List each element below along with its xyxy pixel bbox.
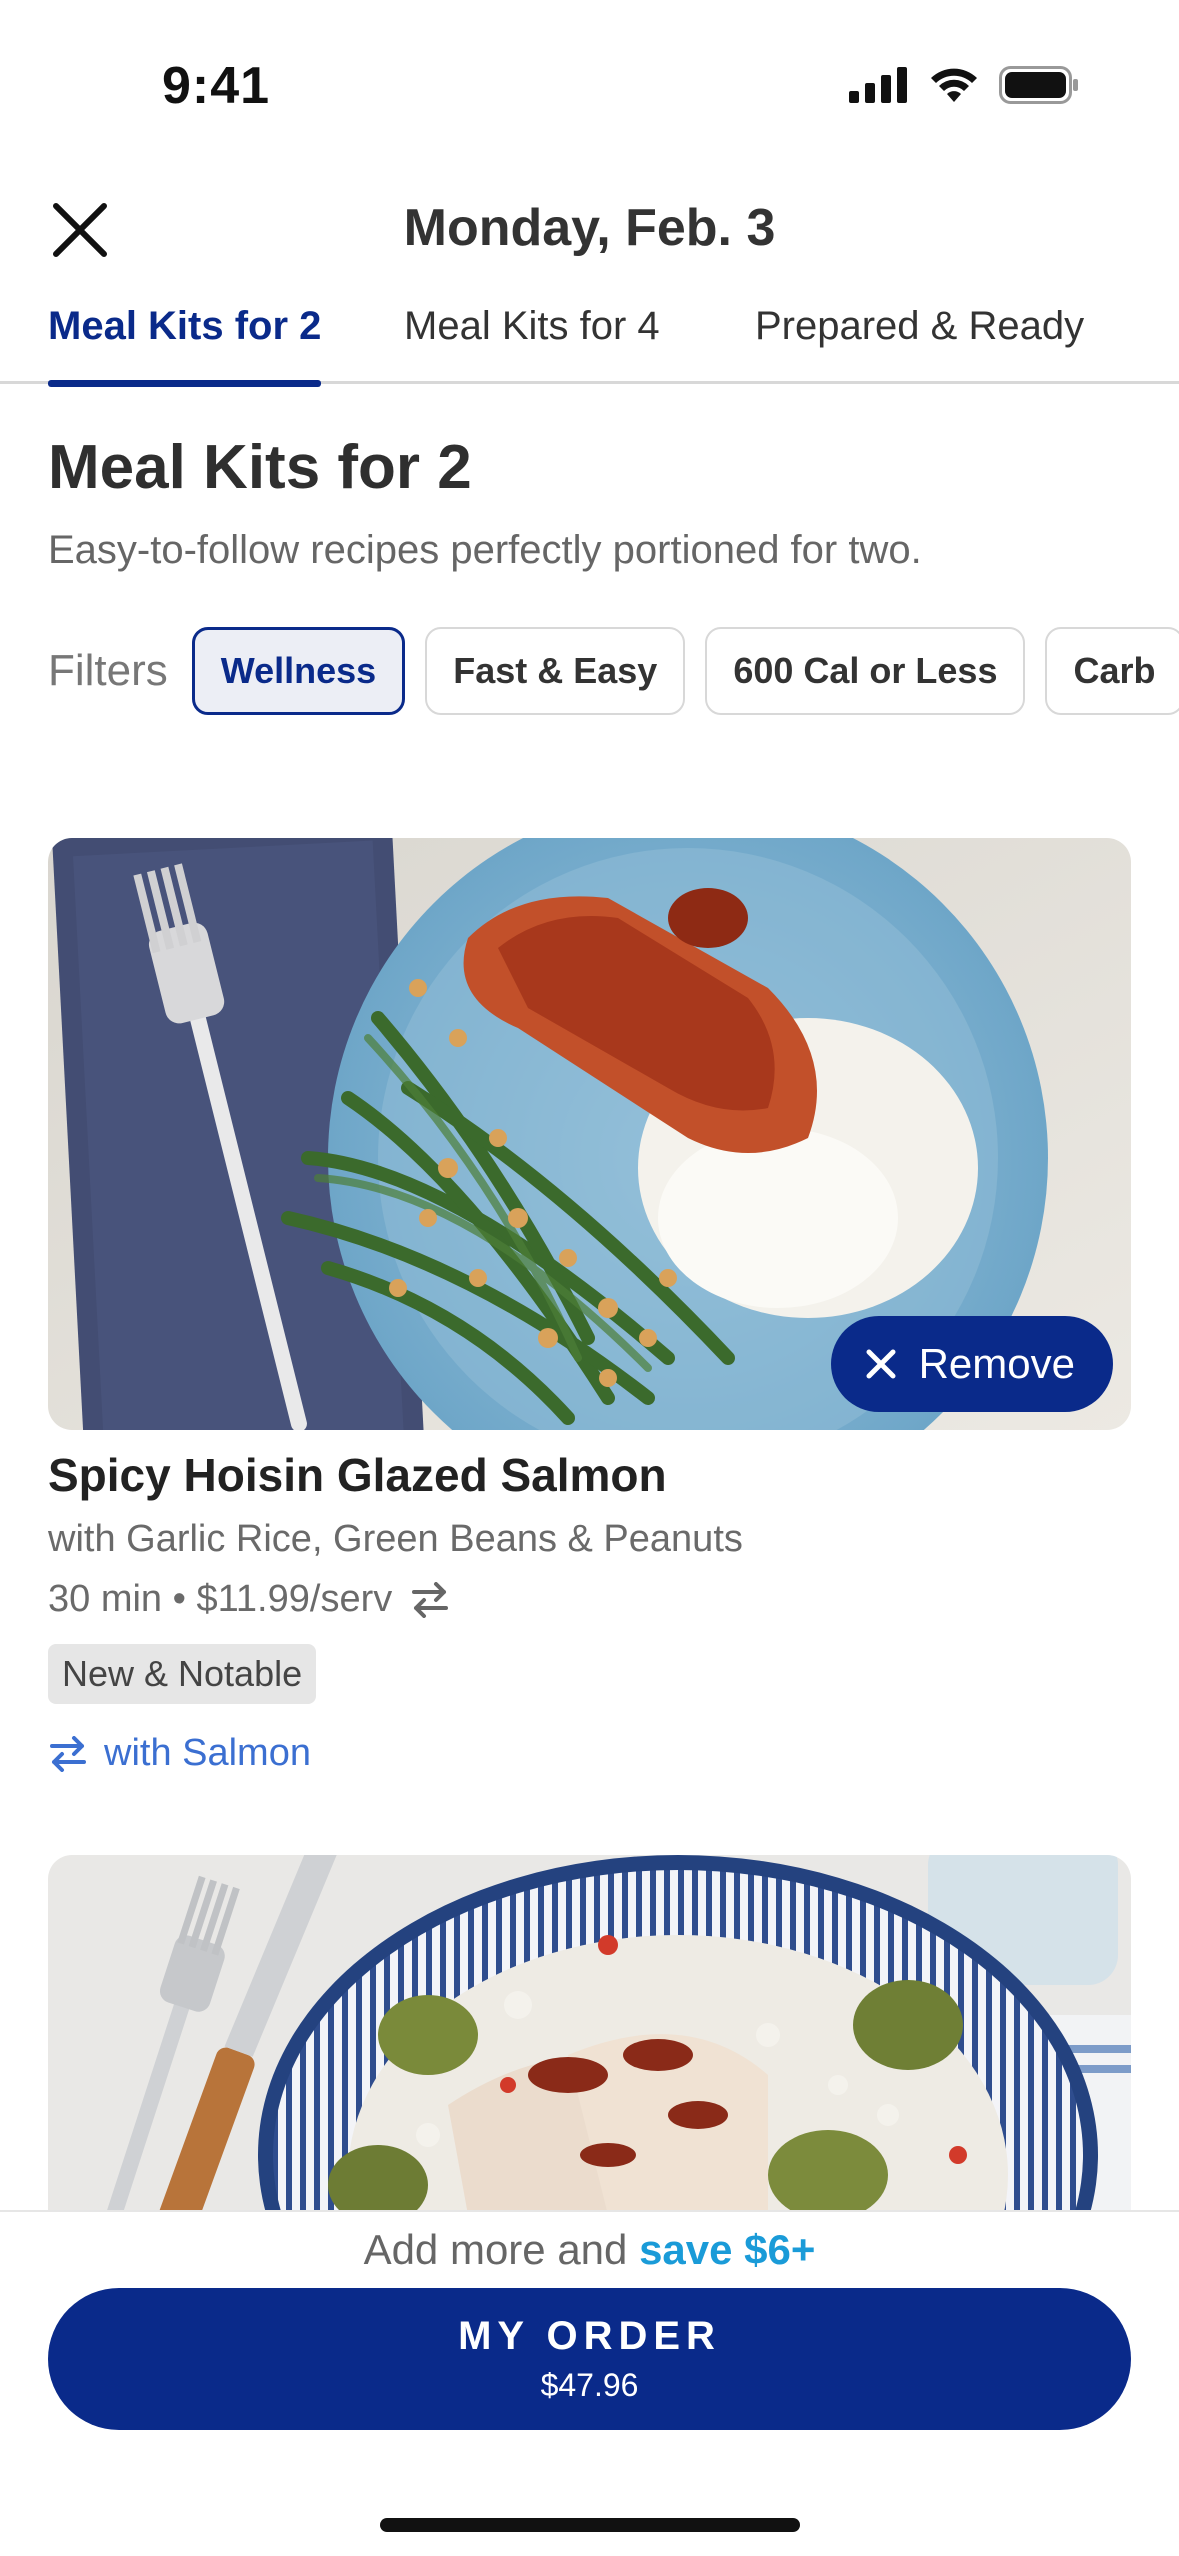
meal-title[interactable]: Spicy Hoisin Glazed Salmon xyxy=(48,1448,667,1502)
promo-text: Add more and save $6+ xyxy=(0,2226,1179,2274)
section-subtitle: Easy-to-follow recipes perfectly portion… xyxy=(48,528,922,572)
promo-save-amount: save $6+ xyxy=(639,2226,816,2273)
my-order-button[interactable]: MY ORDER $47.96 xyxy=(48,2288,1131,2430)
remove-button[interactable]: Remove xyxy=(830,1316,1113,1412)
tab-meal-kits-for-2[interactable]: Meal Kits for 2 xyxy=(48,304,322,387)
battery-icon xyxy=(999,66,1078,104)
order-label: MY ORDER xyxy=(458,2314,721,2358)
tab-prepared-and-ready[interactable]: Prepared & Ready xyxy=(755,304,1084,384)
meal-meta: 30 min • $11.99/serv xyxy=(48,1578,450,1621)
wifi-icon xyxy=(931,68,977,102)
filters-label: Filters xyxy=(48,646,168,695)
status-icons xyxy=(849,66,1079,104)
swap-label: with Salmon xyxy=(104,1732,311,1774)
section-title: Meal Kits for 2 xyxy=(48,433,472,502)
meal-image-salmon[interactable]: Remove xyxy=(48,838,1131,1430)
remove-label: Remove xyxy=(918,1340,1075,1387)
swap-protein-link[interactable]: with Salmon xyxy=(48,1732,311,1775)
meal-time-price: 30 min • $11.99/serv xyxy=(48,1578,393,1620)
swap-icon xyxy=(50,1735,86,1772)
home-indicator xyxy=(380,2518,800,2532)
meal-subtitle: with Garlic Rice, Green Beans & Peanuts xyxy=(48,1518,743,1560)
pork-dish-photo xyxy=(48,1855,1131,2215)
status-bar: 9:41 xyxy=(0,0,1179,160)
cellular-signal-icon xyxy=(849,67,907,103)
status-badge: New & Notable xyxy=(48,1644,317,1704)
swap-icon xyxy=(412,1581,449,1618)
filter-chip-600-cal[interactable]: 600 Cal or Less xyxy=(705,627,1026,715)
filter-bar: Filters Wellness Fast & Easy 600 Cal or … xyxy=(48,626,1179,716)
order-total: $47.96 xyxy=(540,2367,639,2403)
tab-meal-kits-for-4[interactable]: Meal Kits for 4 xyxy=(404,304,660,384)
status-time: 9:41 xyxy=(162,57,271,115)
tab-bar: Meal Kits for 2 Meal Kits for 4 Prepared… xyxy=(0,300,1179,387)
promo-prefix: Add more and xyxy=(363,2226,628,2273)
meal-image-pork[interactable] xyxy=(48,1855,1131,2215)
filter-chip-wellness[interactable]: Wellness xyxy=(191,627,406,715)
page-title: Monday, Feb. 3 xyxy=(403,199,776,257)
filter-chip-carb[interactable]: Carb xyxy=(1045,627,1179,715)
filter-chip-fast-easy[interactable]: Fast & Easy xyxy=(425,627,686,715)
close-icon xyxy=(866,1349,896,1379)
